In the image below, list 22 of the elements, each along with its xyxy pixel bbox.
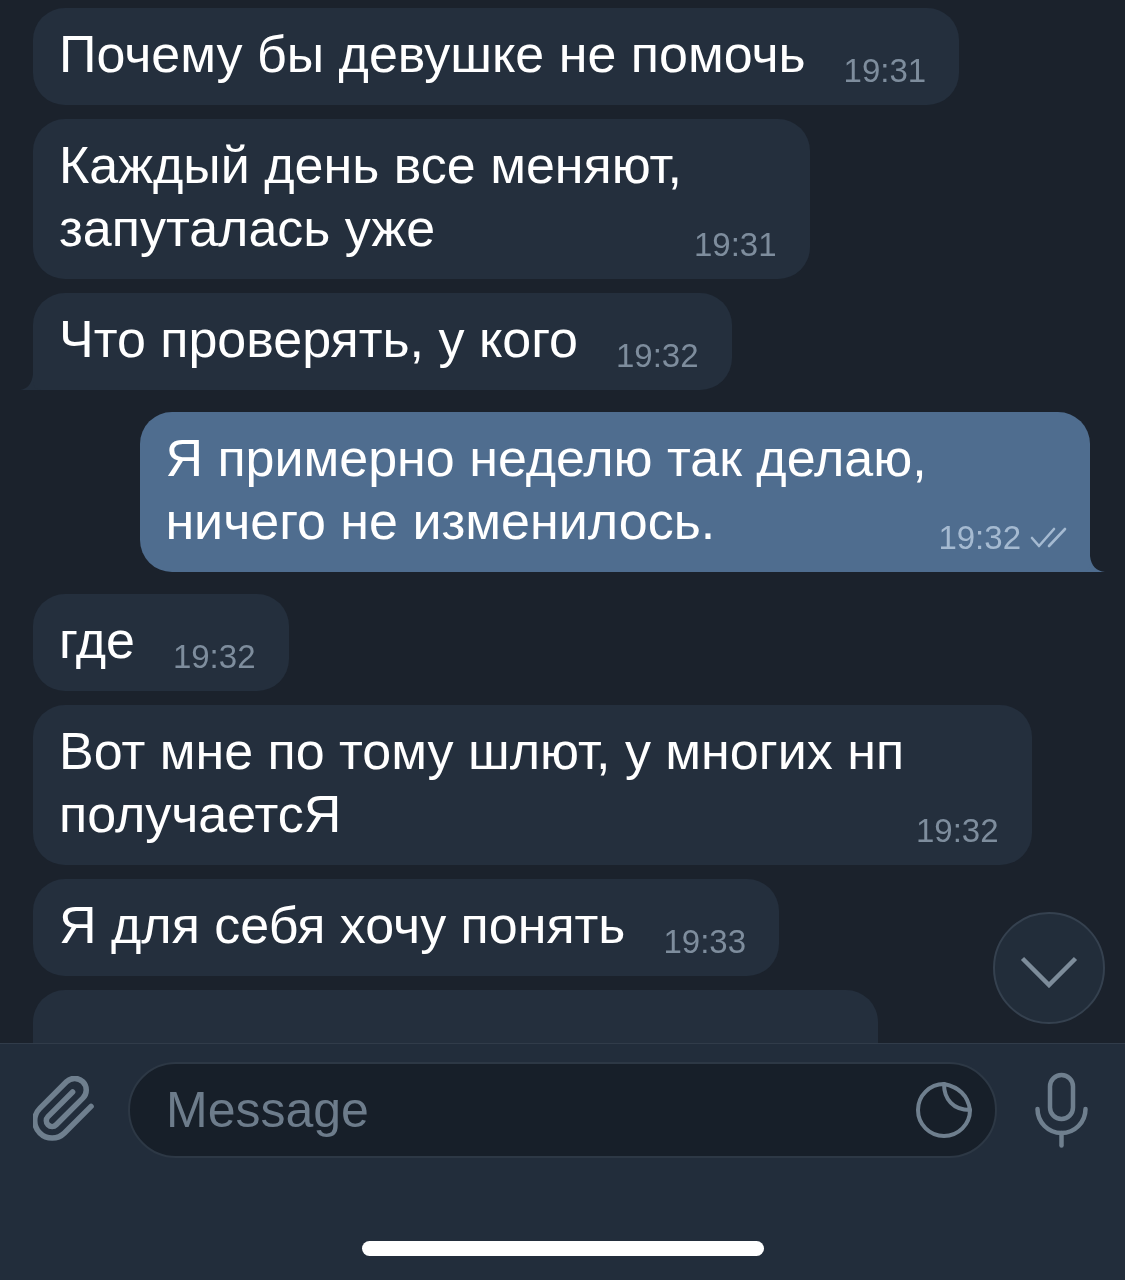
sticker-button[interactable]	[915, 1081, 973, 1139]
message-text: Что проверять, у кого	[59, 309, 578, 370]
message-time: 19:32	[938, 522, 1021, 553]
message-time: 19:32	[916, 815, 999, 846]
message-text: Я примерно неделю так делаю, ничего не изменилось.	[165, 428, 928, 552]
message-time: 19:32	[615, 340, 699, 371]
message-time: 19:31	[843, 55, 927, 86]
message-text: Почему бы девушке не помочь	[59, 24, 806, 85]
message-time: 19:33	[663, 926, 747, 957]
message-input[interactable]: Message	[128, 1062, 997, 1158]
attach-button[interactable]	[33, 1076, 95, 1144]
paperclip-icon	[33, 1076, 95, 1144]
sticker-icon	[915, 1081, 973, 1139]
message-text: где	[59, 610, 135, 671]
message-text: Я для себя хочу понять	[59, 895, 626, 956]
message-time: 19:31	[694, 229, 777, 260]
message-text: Каждый день все меняют, запуталась уже	[59, 135, 684, 259]
microphone-icon	[1033, 1072, 1090, 1148]
message-text: Вот мне по тому шлют, у многих нп получаетсЯ	[59, 721, 906, 845]
chevron-down-icon	[1020, 956, 1078, 988]
message-time: 19:32	[172, 641, 256, 672]
microphone-button[interactable]	[1033, 1072, 1090, 1148]
